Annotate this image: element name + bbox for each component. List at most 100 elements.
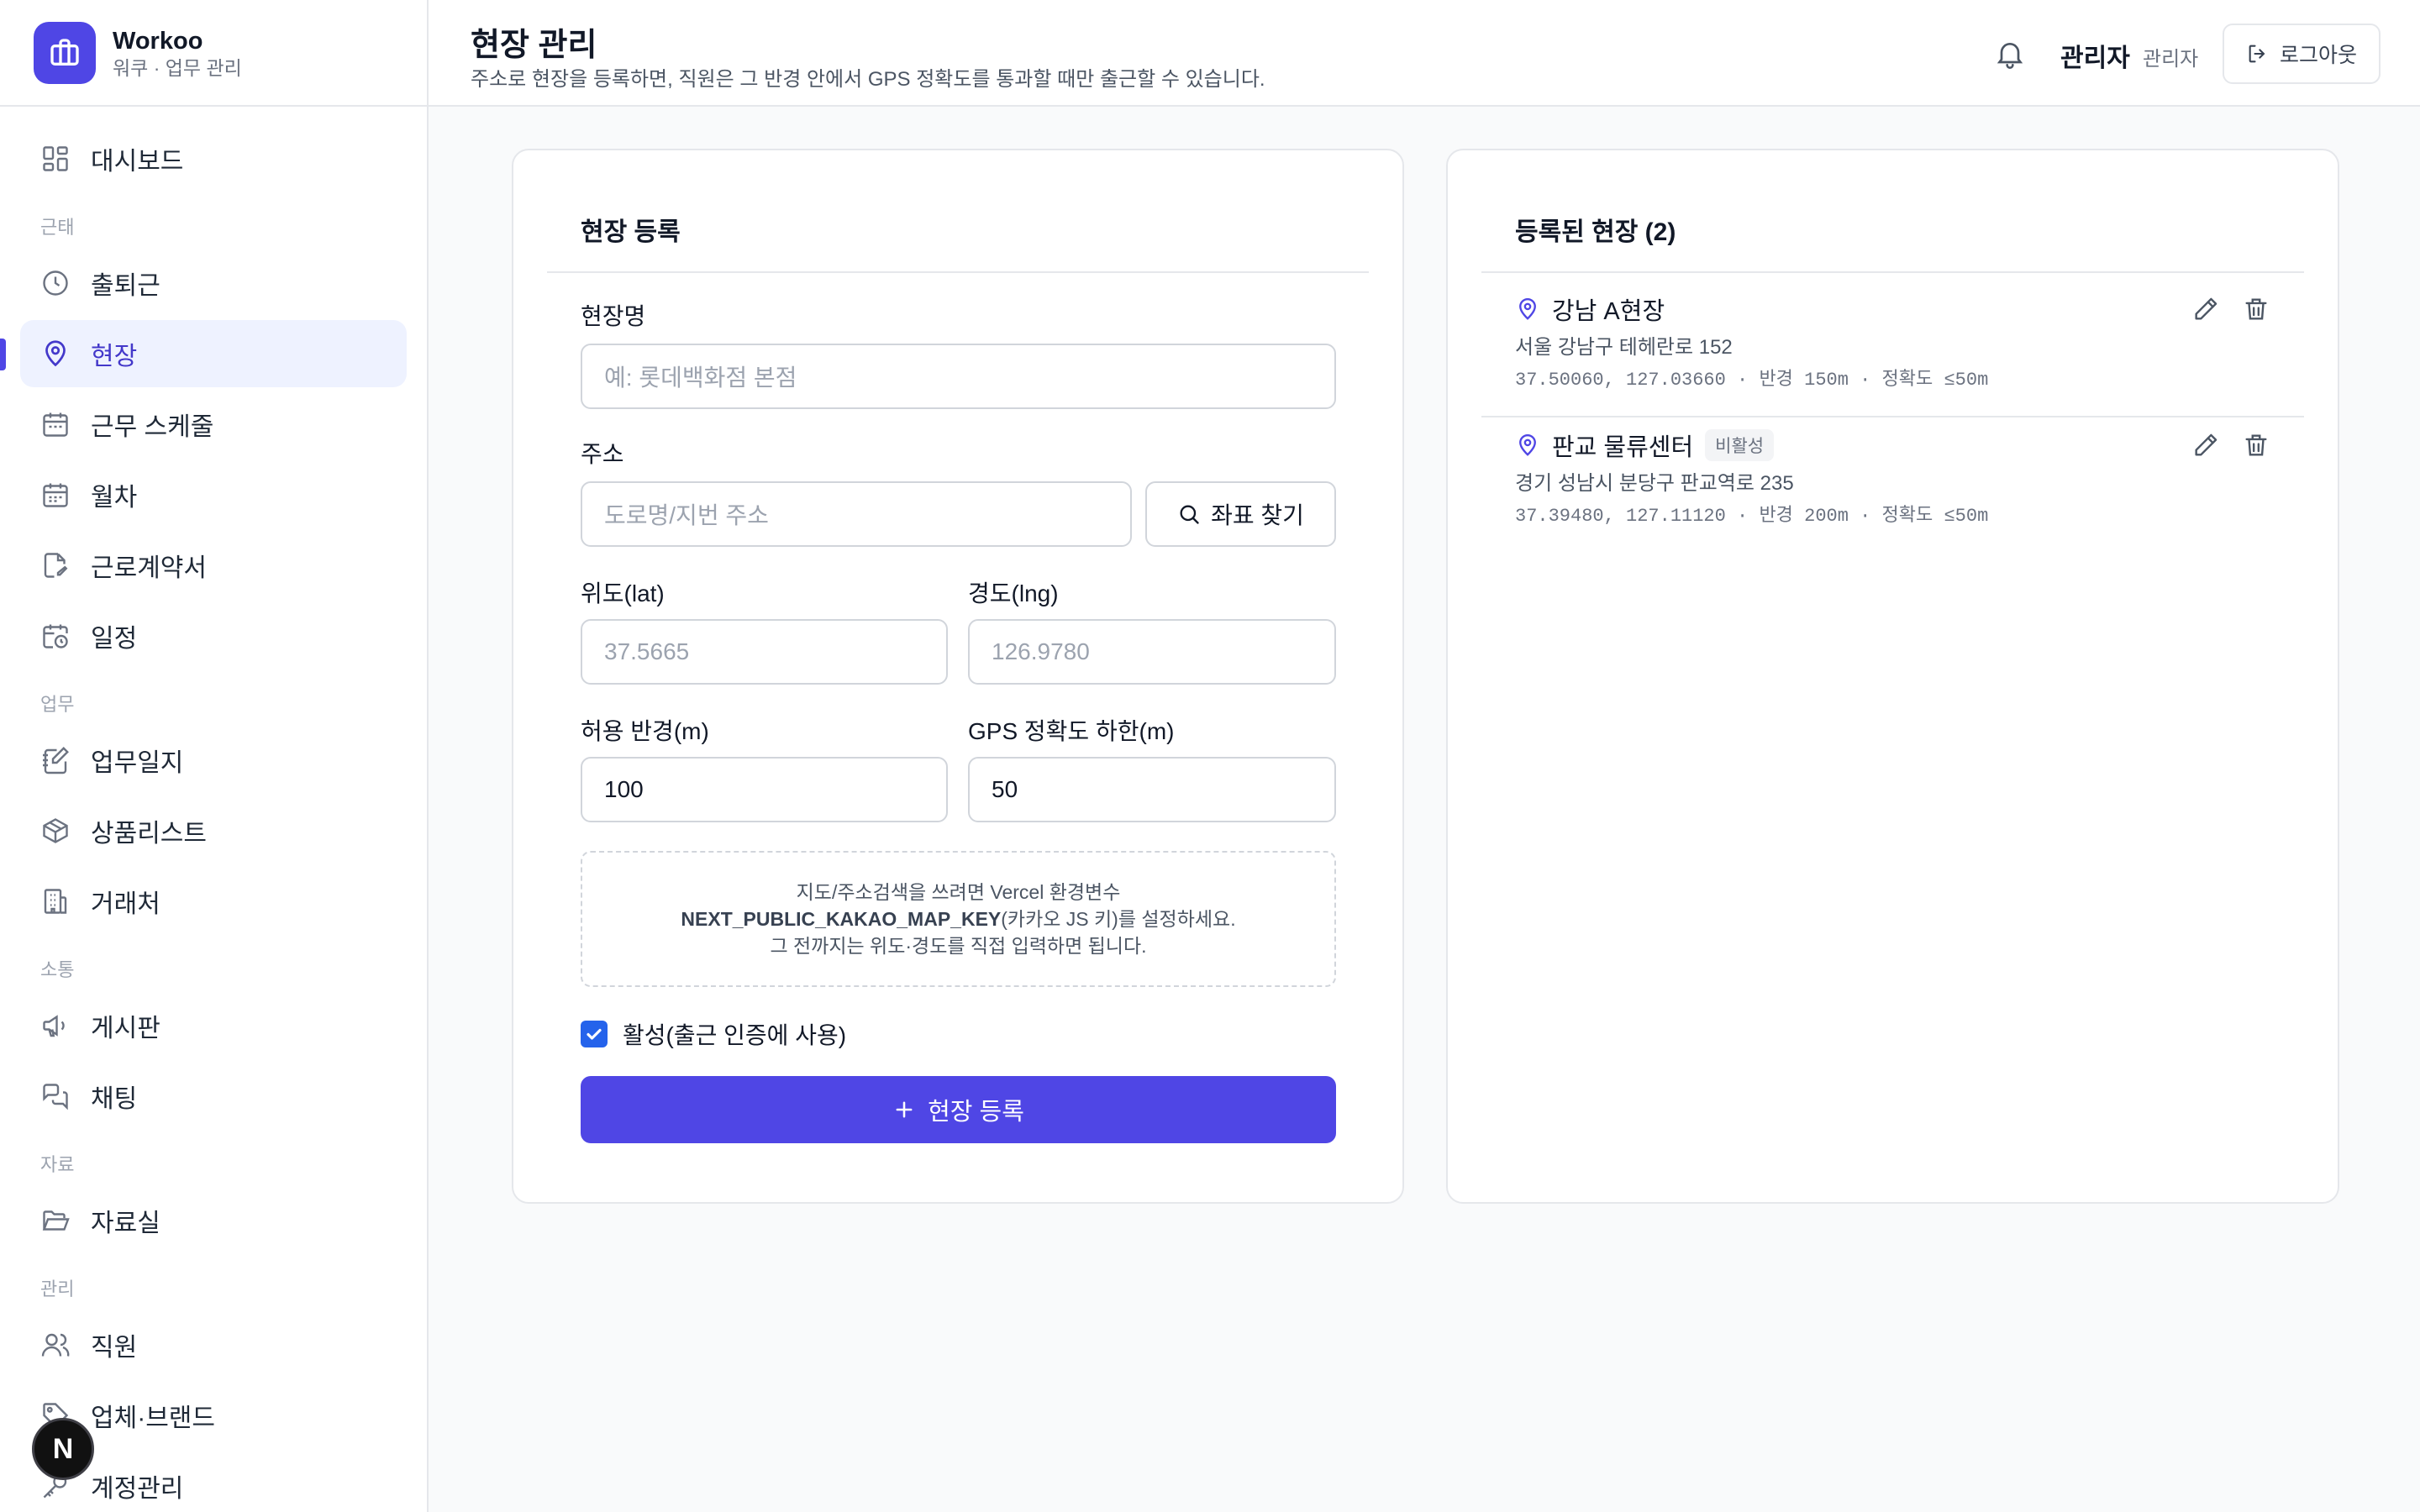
sidebar-item-label: 월차 xyxy=(91,484,138,512)
latitude-input[interactable]: 37.5665 xyxy=(581,619,948,685)
sidebar-item-worklog[interactable]: 업무일지 xyxy=(20,727,407,794)
sidebar-item-label: 직원 xyxy=(91,1334,138,1362)
page-title: 현장 관리 xyxy=(471,28,597,63)
edit-icon[interactable] xyxy=(2191,431,2220,459)
site-list-item[interactable]: 판교 물류센터 비활성 경기 성남시 분당구 판교역로 235 37.39480… xyxy=(1481,428,2304,554)
sidebar: Workoo 워쿠 · 업무 관리 대시보드 근태 출퇴근 현장 근무 스케줄 … xyxy=(0,0,429,1512)
page-description: 주소로 현장을 등록하면, 직원은 그 반경 안에서 GPS 정확도를 통과할 … xyxy=(471,68,1265,91)
radius-input[interactable]: 100 xyxy=(581,757,948,822)
sidebar-item-products[interactable]: 상품리스트 xyxy=(20,797,407,864)
card-title: 현장 등록 xyxy=(581,218,681,246)
sidebar-item-contracts[interactable]: 근로계약서 xyxy=(20,532,407,599)
longitude-label: 경도(lng) xyxy=(968,580,1059,606)
edit-icon[interactable] xyxy=(2191,295,2220,323)
site-register-card: 현장 등록 현장명 예: 롯데백화점 본점 주소 도로명/지번 주소 좌표 찾기… xyxy=(512,149,1404,1204)
search-icon xyxy=(1180,505,1199,524)
divider xyxy=(547,271,1369,273)
nav-section-label: 근태 xyxy=(40,217,75,238)
logout-button[interactable]: 로그아웃 xyxy=(2223,24,2381,84)
sidebar-item-attendance[interactable]: 출퇴근 xyxy=(20,249,407,317)
building-icon xyxy=(44,889,67,914)
bell-icon[interactable] xyxy=(1993,37,2027,71)
sidebar-item-label: 상품리스트 xyxy=(91,820,207,848)
sidebar-item-label: 업체·브랜드 xyxy=(91,1404,215,1432)
logout-icon xyxy=(2249,45,2265,63)
sidebar-item-board[interactable]: 게시판 xyxy=(20,992,407,1059)
notice-line-2-rest: (카카오 JS 키)를 설정하세요. xyxy=(1001,908,1236,930)
nav-section-label: 자료 xyxy=(40,1154,75,1175)
calendar-icon xyxy=(43,483,68,507)
sidebar-nav: 대시보드 근태 출퇴근 현장 근무 스케줄 월차 근로계약서 일정 업무 업무일… xyxy=(0,107,427,1512)
sidebar-item-schedule[interactable]: 근무 스케줄 xyxy=(20,391,407,458)
sidebar-item-clients[interactable]: 거래처 xyxy=(20,868,407,935)
logout-label: 로그아웃 xyxy=(2279,44,2357,67)
site-name-label: 현장명 xyxy=(581,303,646,329)
sidebar-item-leave[interactable]: 월차 xyxy=(20,461,407,528)
card-title: 등록된 현장 (2) xyxy=(1515,218,1676,246)
register-site-button[interactable]: 현장 등록 xyxy=(581,1076,1336,1143)
map-pin-icon xyxy=(1519,433,1536,456)
find-coordinates-label: 좌표 찾기 xyxy=(1211,502,1304,528)
map-key-notice: 지도/주소검색을 쓰려면 Vercel 환경변수 NEXT_PUBLIC_KAK… xyxy=(581,851,1336,987)
notice-line-2: NEXT_PUBLIC_KAKAO_MAP_KEY(카카오 JS 키)를 설정하… xyxy=(681,906,1235,932)
radius-label: 허용 반경(m) xyxy=(581,718,709,744)
trash-icon[interactable] xyxy=(2242,431,2270,459)
site-address: 경기 성남시 분당구 판교역로 235 xyxy=(1515,472,1794,495)
calendar-clock-icon xyxy=(43,624,68,648)
calendar-icon xyxy=(43,412,68,437)
check-icon xyxy=(587,1028,602,1040)
address-input[interactable]: 도로명/지번 주소 xyxy=(581,481,1132,547)
find-coordinates-button[interactable]: 좌표 찾기 xyxy=(1145,481,1336,547)
sidebar-item-label: 대시보드 xyxy=(91,148,184,176)
sidebar-item-chat[interactable]: 채팅 xyxy=(20,1063,407,1130)
map-pin-icon xyxy=(1519,297,1536,320)
active-checkbox-label: 활성(출근 인증에 사용) xyxy=(623,1022,847,1048)
site-name: 강남 A현장 xyxy=(1552,298,1665,325)
chat-icon xyxy=(43,1084,68,1110)
sidebar-item-label: 자료실 xyxy=(91,1210,160,1237)
sidebar-item-label: 근로계약서 xyxy=(91,554,207,582)
brand-name: Workoo xyxy=(113,27,203,55)
nav-section-label: 업무 xyxy=(40,694,75,715)
sidebar-item-label: 거래처 xyxy=(91,890,160,918)
longitude-input[interactable]: 126.9780 xyxy=(968,619,1336,685)
register-site-label: 현장 등록 xyxy=(928,1099,1024,1126)
env-key-name: NEXT_PUBLIC_KAKAO_MAP_KEY xyxy=(681,908,1002,930)
gps-accuracy-input[interactable]: 50 xyxy=(968,757,1336,822)
active-checkbox[interactable] xyxy=(581,1021,608,1047)
sidebar-item-label: 현장 xyxy=(91,343,138,370)
plus-icon xyxy=(896,1101,913,1118)
sidebar-item-files[interactable]: 자료실 xyxy=(20,1187,407,1254)
notice-line-3: 그 전까지는 위도·경도를 직접 입력하면 됩니다. xyxy=(770,935,1147,957)
clock-icon xyxy=(43,270,68,296)
dev-tools-badge[interactable]: N xyxy=(32,1418,94,1480)
sidebar-item-sites[interactable]: 현장 xyxy=(0,320,407,387)
gps-accuracy-label: GPS 정확도 하한(m) xyxy=(968,718,1175,744)
sidebar-item-label: 업무일지 xyxy=(91,749,184,777)
divider xyxy=(1481,271,2304,273)
user-name: 관리자 xyxy=(2060,45,2130,72)
inactive-badge: 비활성 xyxy=(1705,429,1775,461)
document-edit-icon xyxy=(44,553,68,578)
nav-section-label: 관리 xyxy=(40,1278,75,1299)
sidebar-item-label: 게시판 xyxy=(91,1015,160,1042)
sidebar-item-calendar[interactable]: 일정 xyxy=(20,602,407,669)
site-address: 서울 강남구 테헤란로 152 xyxy=(1515,336,1733,359)
sidebar-item-dashboard[interactable]: 대시보드 xyxy=(20,125,407,192)
sidebar-item-label: 일정 xyxy=(91,625,138,653)
active-checkbox-row[interactable]: 활성(출근 인증에 사용) xyxy=(581,1017,846,1051)
site-meta: 37.39480, 127.11120 · 반경 200m · 정확도 ≤50m xyxy=(1515,506,1989,527)
user-role: 관리자 xyxy=(2143,48,2199,71)
brand[interactable]: Workoo 워쿠 · 업무 관리 xyxy=(0,0,427,107)
notebook-pen-icon xyxy=(43,747,69,774)
site-meta: 37.50060, 127.03660 · 반경 150m · 정확도 ≤50m xyxy=(1515,370,1989,391)
briefcase-icon xyxy=(34,21,96,84)
trash-icon[interactable] xyxy=(2242,295,2270,323)
site-list-item[interactable]: 강남 A현장 서울 강남구 테헤란로 152 37.50060, 127.036… xyxy=(1481,291,2304,417)
site-name-input[interactable]: 예: 롯데백화점 본점 xyxy=(581,344,1336,409)
address-label: 주소 xyxy=(581,441,624,467)
sidebar-item-label: 출퇴근 xyxy=(91,272,160,300)
folder-open-icon xyxy=(42,1210,70,1231)
page-header: 현장 관리 주소로 현장을 등록하면, 직원은 그 반경 안에서 GPS 정확도… xyxy=(429,0,2420,107)
sidebar-item-employees[interactable]: 직원 xyxy=(20,1311,407,1378)
